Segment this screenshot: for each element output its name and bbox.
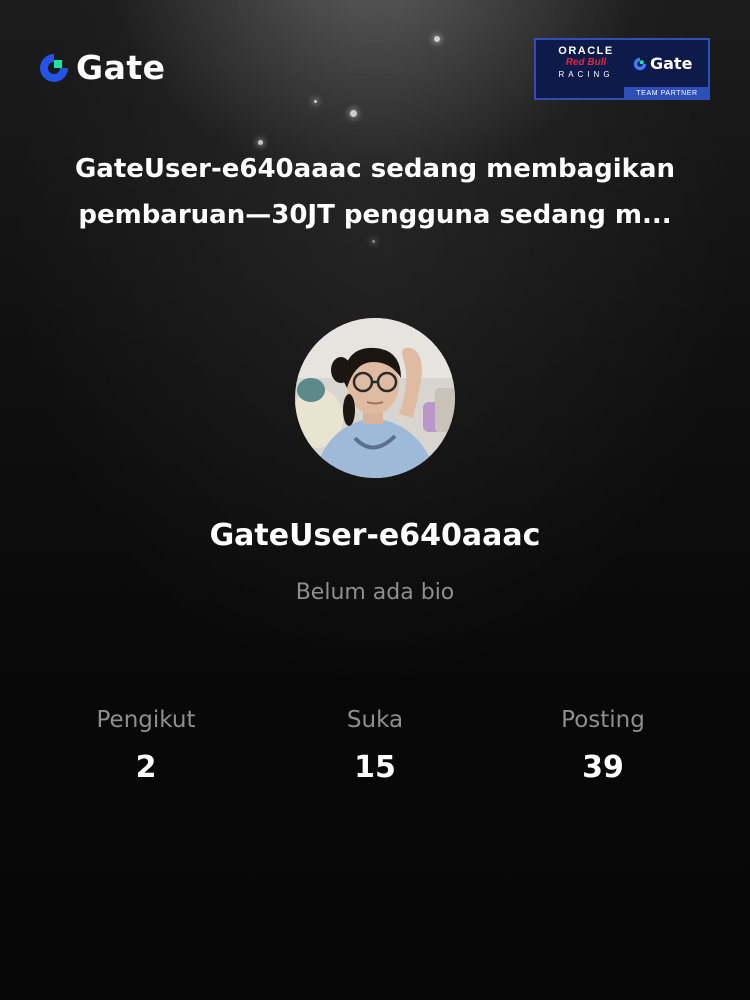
gate-logo-icon [633, 57, 647, 70]
stat-value: 15 [354, 750, 396, 785]
profile-stats: Pengikut 2 Suka 15 Posting 39 [0, 702, 750, 802]
team-partner-label: TEAM PARTNER [624, 87, 710, 100]
gate-logo-icon [40, 54, 68, 82]
headline-line-2: pembaruan—30JT pengguna sedang m... [78, 200, 672, 230]
share-headline: GateUser-e640aaac sedang membagikan pemb… [40, 146, 710, 238]
user-avatar-photo [295, 318, 455, 478]
stat-value: 39 [582, 750, 624, 785]
gate-logo: Gate [36, 48, 166, 88]
stat-posts: Posting 39 [503, 702, 703, 788]
stat-likes: Suka 15 [275, 702, 475, 788]
badge-oracle-text: ORACLE [558, 45, 614, 57]
sparkle-decoration [434, 36, 440, 42]
stat-label: Pengikut [96, 707, 196, 733]
stat-label: Posting [561, 707, 645, 733]
stat-value: 2 [135, 750, 157, 785]
sparkle-decoration [372, 240, 375, 243]
badge-redbull-text: Red Bull [565, 57, 607, 68]
headline-line-1: GateUser-e640aaac sedang membagikan [74, 154, 676, 184]
avatar [295, 318, 455, 478]
gate-logo-text: Gate [76, 48, 166, 87]
stat-label: Suka [346, 707, 404, 733]
share-card: Gate ORACLE Red Bull RACING Gate TEAM PA… [0, 0, 750, 1000]
red-bull-racing-logo: ORACLE Red Bull RACING [544, 45, 628, 81]
sparkle-decoration [314, 100, 317, 103]
user-bio: Belum ada bio [295, 580, 455, 605]
sparkle-decoration [258, 140, 263, 145]
badge-gate-logo: Gate [632, 54, 692, 73]
team-partner-badge: ORACLE Red Bull RACING Gate TEAM PARTNER [534, 38, 710, 100]
badge-gate-text: Gate [650, 54, 693, 73]
badge-racing-text: RACING [558, 70, 614, 79]
stat-followers: Pengikut 2 [46, 702, 246, 788]
sparkle-decoration [350, 110, 357, 117]
username: GateUser-e640aaac [209, 518, 541, 553]
